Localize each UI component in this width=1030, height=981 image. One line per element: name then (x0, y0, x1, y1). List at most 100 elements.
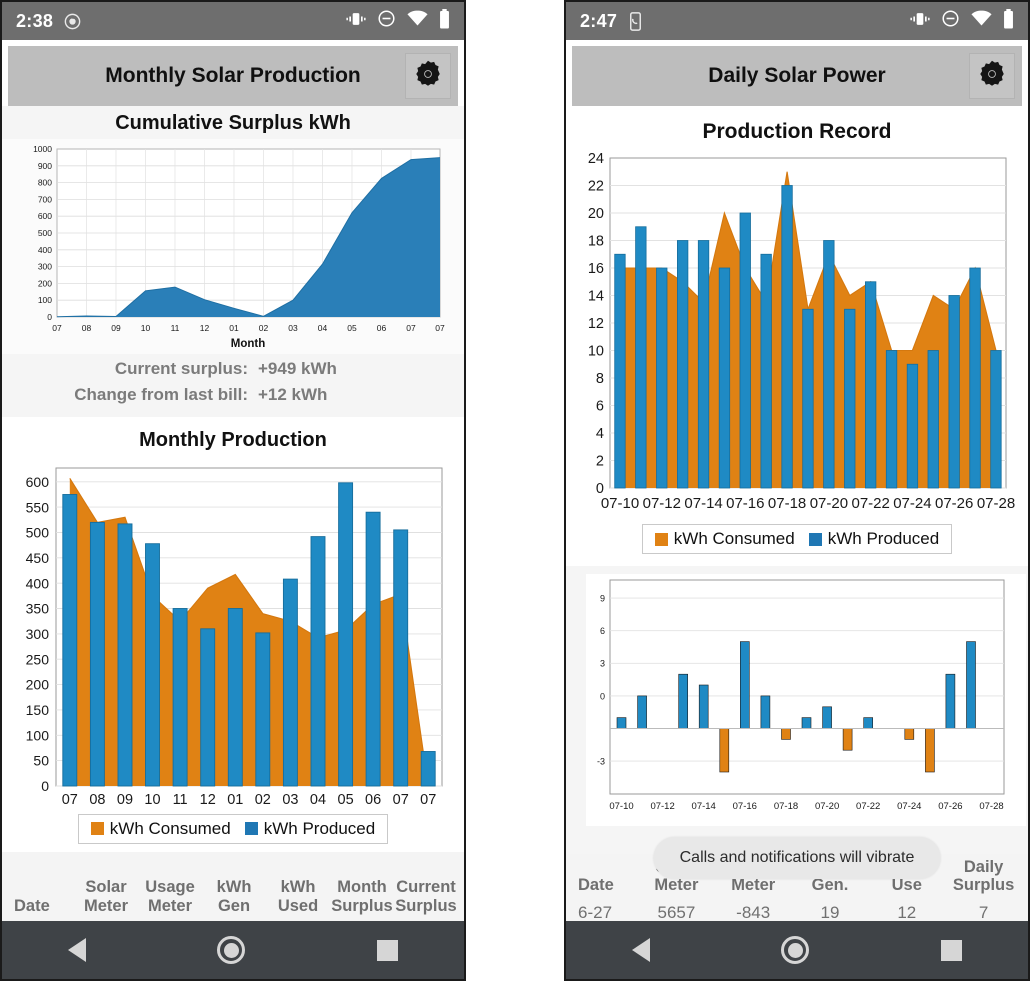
svg-text:4: 4 (596, 426, 604, 442)
back-icon[interactable] (67, 938, 86, 962)
svg-text:07-14: 07-14 (684, 495, 722, 512)
svg-text:400: 400 (38, 245, 52, 255)
svg-text:09: 09 (111, 323, 121, 333)
svg-text:11: 11 (173, 792, 188, 808)
summary-row: Change from last bill: +12 kWh (2, 382, 464, 408)
summary-block: Current surplus: +949 kWh Change from la… (2, 354, 464, 417)
home-icon[interactable] (781, 936, 810, 964)
back-icon[interactable] (631, 938, 650, 962)
legend-swatch-consumed (90, 822, 104, 836)
svg-text:2: 2 (596, 454, 604, 470)
svg-text:07: 07 (393, 792, 409, 808)
dual-phone-screenshot: 2:38 Monthly Solar Production Cumulative… (0, 0, 1030, 981)
recents-icon[interactable] (941, 939, 963, 961)
home-icon[interactable] (217, 936, 246, 964)
svg-text:20: 20 (588, 206, 604, 222)
wifi-icon (971, 10, 992, 32)
monthly-production-legend: kWh Consumed kWh Produced (2, 808, 464, 852)
svg-text:0: 0 (41, 778, 49, 794)
svg-text:550: 550 (26, 499, 50, 515)
gear-icon (977, 59, 1007, 94)
svg-text:3: 3 (600, 659, 605, 669)
svg-text:11: 11 (171, 323, 180, 333)
right-content: Production Record 24 22 20 18 16 14 12 1… (566, 106, 1028, 921)
table-row[interactable]: 6-27 5657 -843 19 12 7 (566, 900, 1028, 921)
svg-text:07-14: 07-14 (692, 801, 716, 812)
svg-text:6: 6 (600, 626, 605, 636)
current-surplus-value: +949 kWh (258, 359, 337, 378)
col-date: Date (578, 876, 614, 895)
svg-text:07-12: 07-12 (650, 801, 674, 812)
recents-icon[interactable] (377, 939, 399, 961)
svg-text:1000: 1000 (33, 144, 52, 154)
svg-text:500: 500 (26, 524, 50, 540)
legend-label-produced: kWh Produced (827, 529, 940, 548)
svg-text:100: 100 (26, 727, 50, 743)
production-record-title: Production Record (702, 120, 892, 143)
monthly-production-panel: Monthly Production 600 550 500 450 400 3… (2, 416, 464, 852)
table-header-row: Date Solar Meter Usage Meter kWh Gen kWh… (2, 874, 464, 921)
svg-text:08: 08 (82, 323, 92, 333)
production-record-chart[interactable]: 24 22 20 18 16 14 12 10 8 642 0 07-10 07-12 07-1… (566, 148, 1028, 516)
left-phone-screen: 2:38 Monthly Solar Production Cumulative… (0, 0, 466, 981)
battery-icon (1003, 8, 1014, 34)
svg-text:600: 600 (38, 211, 52, 221)
vibrate-icon (910, 11, 930, 32)
svg-text:04: 04 (318, 323, 328, 333)
svg-text:14: 14 (588, 289, 604, 305)
svg-text:8: 8 (596, 371, 604, 387)
svg-text:450: 450 (26, 550, 50, 566)
daily-surplus-panel: 963 0 -3 07-10 07-12 07-14 07-16 07-18 07-20 … (566, 566, 1028, 854)
settings-button[interactable] (405, 53, 451, 99)
col-current-surplus: Current Surplus (395, 878, 457, 915)
svg-text:02: 02 (255, 792, 271, 808)
svg-text:10: 10 (144, 792, 160, 808)
svg-text:07-26: 07-26 (938, 801, 962, 812)
legend-item: kWh Consumed (90, 819, 231, 839)
cell-daily-surplus: 7 (978, 902, 989, 921)
monthly-production-chart[interactable]: 600 550 500 450 400 350 300 250 200 150 100 50 0… (2, 455, 464, 808)
svg-text:24: 24 (588, 151, 604, 167)
settings-button[interactable] (969, 53, 1015, 99)
svg-text:07-22: 07-22 (852, 495, 890, 512)
svg-text:0: 0 (47, 312, 52, 322)
svg-text:07-20: 07-20 (815, 801, 839, 812)
svg-text:12: 12 (200, 792, 216, 808)
svg-text:Month: Month (231, 338, 265, 350)
svg-text:03: 03 (282, 792, 298, 808)
svg-text:09: 09 (117, 792, 133, 808)
wifi-icon (407, 10, 428, 32)
svg-text:08: 08 (89, 792, 105, 808)
left-data-table[interactable]: Date Solar Meter Usage Meter kWh Gen kWh… (2, 851, 464, 921)
svg-text:04: 04 (310, 792, 326, 808)
svg-text:07-28: 07-28 (977, 495, 1015, 512)
monthly-production-svg: 600550500 450400350 300250200 15010050 0… (2, 455, 464, 808)
svg-text:250: 250 (26, 651, 50, 667)
status-time: 2:47 (580, 10, 618, 31)
svg-text:150: 150 (26, 702, 50, 718)
svg-text:10: 10 (588, 344, 604, 360)
col-solar-meter: Solar Meter (83, 878, 128, 915)
screen-separator (466, 0, 564, 981)
svg-text:100: 100 (38, 295, 52, 305)
legend-swatch-produced (808, 532, 822, 546)
svg-text:18: 18 (588, 234, 604, 250)
right-app-bar: Daily Solar Power (572, 46, 1022, 106)
daily-surplus-chart[interactable]: 963 0 -3 07-10 07-12 07-14 07-16 07-18 07-20 … (566, 566, 1028, 848)
svg-text:05: 05 (338, 792, 354, 808)
phone-vibrate-icon (627, 11, 644, 31)
cumulative-surplus-title: Cumulative Surplus kWh (115, 112, 351, 134)
svg-text:07-24: 07-24 (897, 801, 921, 812)
daily-surplus-svg: 963 0-3 07-10 07-12 07-14 07-16 07-18 07-20 … (566, 566, 1028, 848)
change-from-last-bill-value: +12 kWh (258, 385, 328, 405)
svg-text:350: 350 (26, 600, 50, 616)
svg-text:07: 07 (406, 323, 416, 333)
change-from-last-bill-label: Change from last bill: (74, 385, 248, 405)
svg-text:07-10: 07-10 (601, 495, 639, 512)
svg-text:9: 9 (600, 594, 605, 604)
left-content: Cumulative Surplus kWh 1000 900 800 700 … (2, 106, 464, 921)
svg-text:6: 6 (596, 399, 604, 415)
cumulative-surplus-chart[interactable]: 1000 900 800 700 600 500 400 300 200 100 0 07 08… (2, 139, 464, 354)
cell-solar-meter: 5657 (657, 902, 696, 921)
toast-message: Calls and notifications will vibrate (653, 837, 941, 879)
